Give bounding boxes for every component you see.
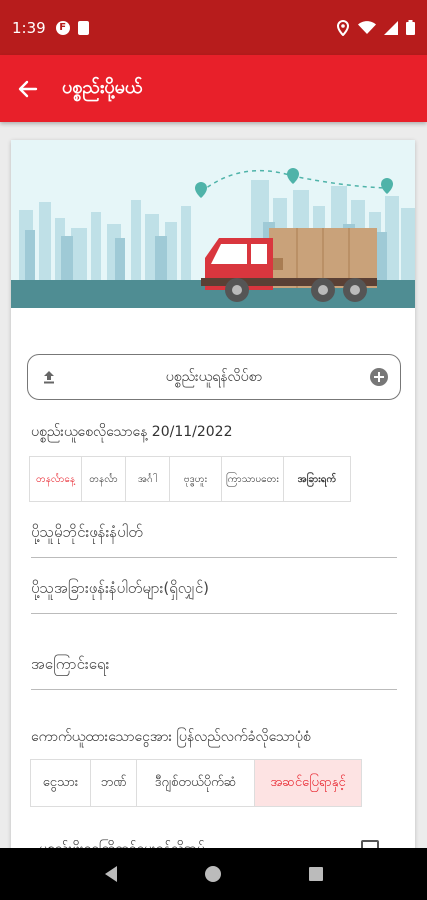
upload-icon — [38, 366, 60, 388]
sender-mobile-input[interactable]: ပို့သူမိုဘိုင်းဖုန်းနံပါတ် — [31, 518, 397, 558]
payment-tab-bank[interactable]: ဘဏ် — [91, 760, 137, 806]
wifi-icon — [358, 20, 376, 34]
arrow-left-icon — [18, 80, 38, 97]
home-circle-icon — [205, 866, 222, 882]
page-title: ပစ္စည်းပို့မယ် — [62, 77, 143, 98]
address-input[interactable]: အကြောင်းရေး — [31, 650, 397, 690]
payment-tab-digital[interactable]: ဒီဂျစ်တယ်ပိုက်ဆံ — [137, 760, 255, 806]
delivery-truck-illustration — [11, 168, 415, 308]
location-icon — [336, 19, 350, 36]
pickup-address-label: ပစ္စည်းယူရန်လိပ်စာ — [165, 368, 263, 385]
pickup-date-label: ပစ္စည်းယူစေလိုသောနေ့ 20/11/2022 — [31, 424, 233, 440]
payment-tab-cash[interactable]: ငွေသား — [31, 760, 91, 806]
form-card: ပစ္စည်းယူရန်လိပ်စာ ပစ္စည်းယူစေလိုသောနေ့ … — [11, 140, 415, 860]
signal-icon — [384, 20, 398, 35]
pickup-day-tabs: တနင်္လာနေ့ တနင်္လာ အင်္ဂါ ဗုဒ္ဓဟူး ကြာသာ… — [29, 456, 351, 502]
day-tab-4[interactable]: ဗုဒ္ဓဟူး — [170, 457, 222, 501]
day-tab-1[interactable]: တနင်္လာနေ့ — [30, 457, 82, 501]
notification-f-icon: F — [55, 20, 70, 35]
day-tab-2[interactable]: တနင်္လာ — [82, 457, 126, 501]
sender-other-phone-input[interactable]: ပို့သူအခြားဖုန်းနံပါတ်များ(ရှိလျှင်) — [31, 574, 397, 614]
sim-card-icon — [77, 20, 89, 35]
recents-square-icon — [308, 867, 323, 881]
system-nav-bar — [0, 848, 427, 900]
nav-back-button[interactable] — [96, 859, 126, 889]
status-bar: 1:39 F — [0, 0, 427, 55]
back-triangle-icon — [105, 866, 118, 882]
day-tab-5[interactable]: ကြာသာပတေး — [222, 457, 284, 501]
day-tab-3[interactable]: အင်္ဂါ — [126, 457, 170, 501]
back-button[interactable] — [0, 55, 56, 122]
pickup-address-field[interactable]: ပစ္စည်းယူရန်လိပ်စာ — [27, 354, 401, 400]
nav-recents-button[interactable] — [301, 859, 331, 889]
nav-home-button[interactable] — [198, 859, 228, 889]
status-time: 1:39 — [12, 18, 46, 37]
payment-tab-convenient[interactable]: အဆင်ပြေရာနှင့် — [255, 760, 361, 806]
location-pin-icon[interactable] — [368, 366, 390, 388]
day-tab-other[interactable]: အခြားရက် — [284, 457, 350, 501]
payment-method-tabs: ငွေသား ဘဏ် ဒီဂျစ်တယ်ပိုက်ဆံ အဆင်ပြေရာနှင… — [30, 759, 362, 807]
delivery-banner — [11, 140, 415, 308]
payment-method-label: ကောက်ယူထားသောငွေအား ပြန်လည်လက်ခံလိုသောပု… — [31, 729, 311, 745]
app-bar: ပစ္စည်းပို့မယ် — [0, 55, 427, 122]
battery-icon — [406, 20, 415, 35]
